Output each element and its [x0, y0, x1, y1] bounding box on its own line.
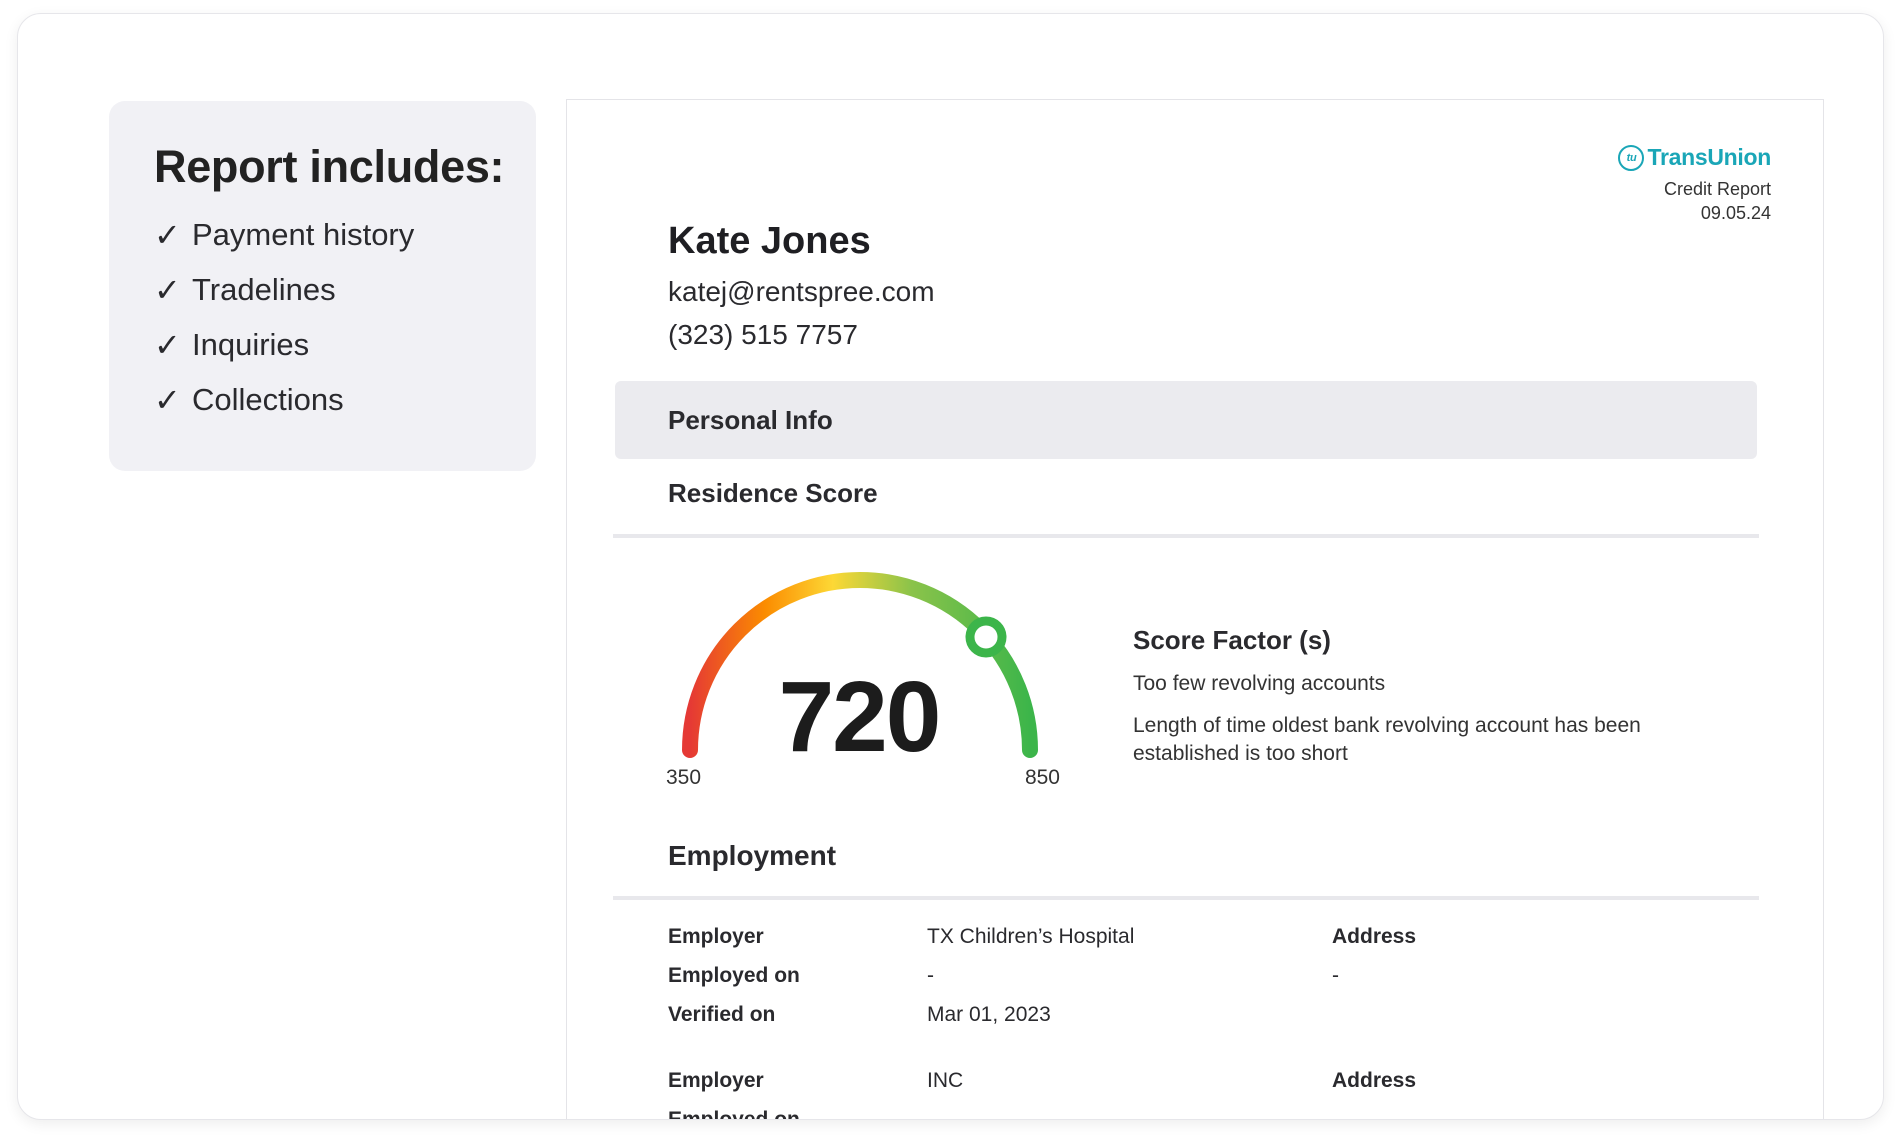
checkmark-icon: ✓ [154, 326, 181, 363]
score-max-label: 850 [1024, 766, 1060, 789]
include-item-tradelines: ✓ Tradelines [154, 262, 536, 317]
report-includes-title: Report includes: [154, 141, 505, 192]
section-residence-score: Residence Score [613, 478, 1759, 538]
include-item-label: Collections [192, 381, 344, 417]
credit-report-document: tu TransUnion Credit Report 09.05.24 Kat… [566, 99, 1824, 1120]
employer-label: Employer [668, 925, 764, 948]
employer-value: INC [927, 1069, 964, 1092]
score-factors-title: Score Factor (s) [1133, 625, 1331, 655]
address-value: - [1332, 1108, 1339, 1120]
employer-value: TX Children’s Hospital [927, 925, 1135, 948]
address-label: Address [1332, 925, 1417, 948]
score-factor-item: Too few revolving accounts [1133, 672, 1386, 695]
address-value: - [1332, 964, 1339, 987]
gauge-indicator [965, 616, 1007, 658]
employed-on-value: - [927, 964, 934, 987]
transunion-logo: tu TransUnion [1618, 144, 1771, 171]
employment-row: Verified on Mar 01, 2023 [668, 1003, 1768, 1042]
checkmark-icon: ✓ [154, 216, 181, 253]
verified-on-value: Mar 01, 2023 [927, 1003, 1051, 1026]
include-item-label: Inquiries [192, 326, 310, 362]
checkmark-icon: ✓ [154, 271, 181, 308]
bureau-branding: tu TransUnion Credit Report 09.05.24 [1618, 144, 1771, 225]
report-type: Credit Report [1663, 179, 1771, 199]
applicant-name: Kate Jones [668, 220, 871, 262]
employment-row: Employed on - - [668, 964, 1768, 1003]
employment-row: Employer TX Children’s Hospital Address [668, 925, 1768, 964]
employment-record: Employer INC Address Employed on - - [668, 1069, 1768, 1120]
applicant-phone: (323) 515 7757 [668, 319, 858, 350]
report-preview-card: Report includes: ✓ Payment history ✓ Tra… [17, 13, 1884, 1120]
employment-record: Employer TX Children’s Hospital Address … [668, 925, 1768, 1042]
include-item-collections: ✓ Collections [154, 372, 536, 427]
score-min-label: 350 [666, 766, 702, 789]
employment-row: Employed on - - [668, 1108, 1768, 1120]
include-item-label: Payment history [192, 216, 415, 252]
report-date: 09.05.24 [1700, 203, 1771, 223]
score-value: 720 [778, 661, 942, 773]
score-factors: Score Factor (s) Too few revolving accou… [1133, 625, 1693, 782]
score-factor-item: Length of time oldest bank revolving acc… [1133, 714, 1641, 765]
include-item-label: Tradelines [192, 271, 336, 307]
checkmark-icon: ✓ [154, 381, 181, 418]
section-employment: Employment [613, 840, 1759, 900]
employer-label: Employer [668, 1069, 764, 1092]
employed-on-label: Employed on [668, 1108, 800, 1120]
transunion-logo-icon: tu [1618, 144, 1645, 171]
score-gauge: 720 350 850 [666, 570, 1060, 810]
section-personal-info[interactable]: Personal Info [615, 381, 1757, 459]
address-label: Address [1332, 1069, 1417, 1092]
employed-on-value: - [927, 1108, 934, 1120]
transunion-wordmark: TransUnion [1647, 144, 1771, 170]
verified-on-label: Verified on [668, 1003, 776, 1026]
report-includes-panel: Report includes: ✓ Payment history ✓ Tra… [109, 101, 536, 471]
report-includes-list: ✓ Payment history ✓ Tradelines ✓ Inquiri… [154, 207, 536, 427]
employed-on-label: Employed on [668, 964, 800, 987]
include-item-inquiries: ✓ Inquiries [154, 317, 536, 372]
applicant-email: katej@rentspree.com [668, 276, 935, 307]
employment-row: Employer INC Address [668, 1069, 1768, 1108]
include-item-payment-history: ✓ Payment history [154, 207, 536, 262]
